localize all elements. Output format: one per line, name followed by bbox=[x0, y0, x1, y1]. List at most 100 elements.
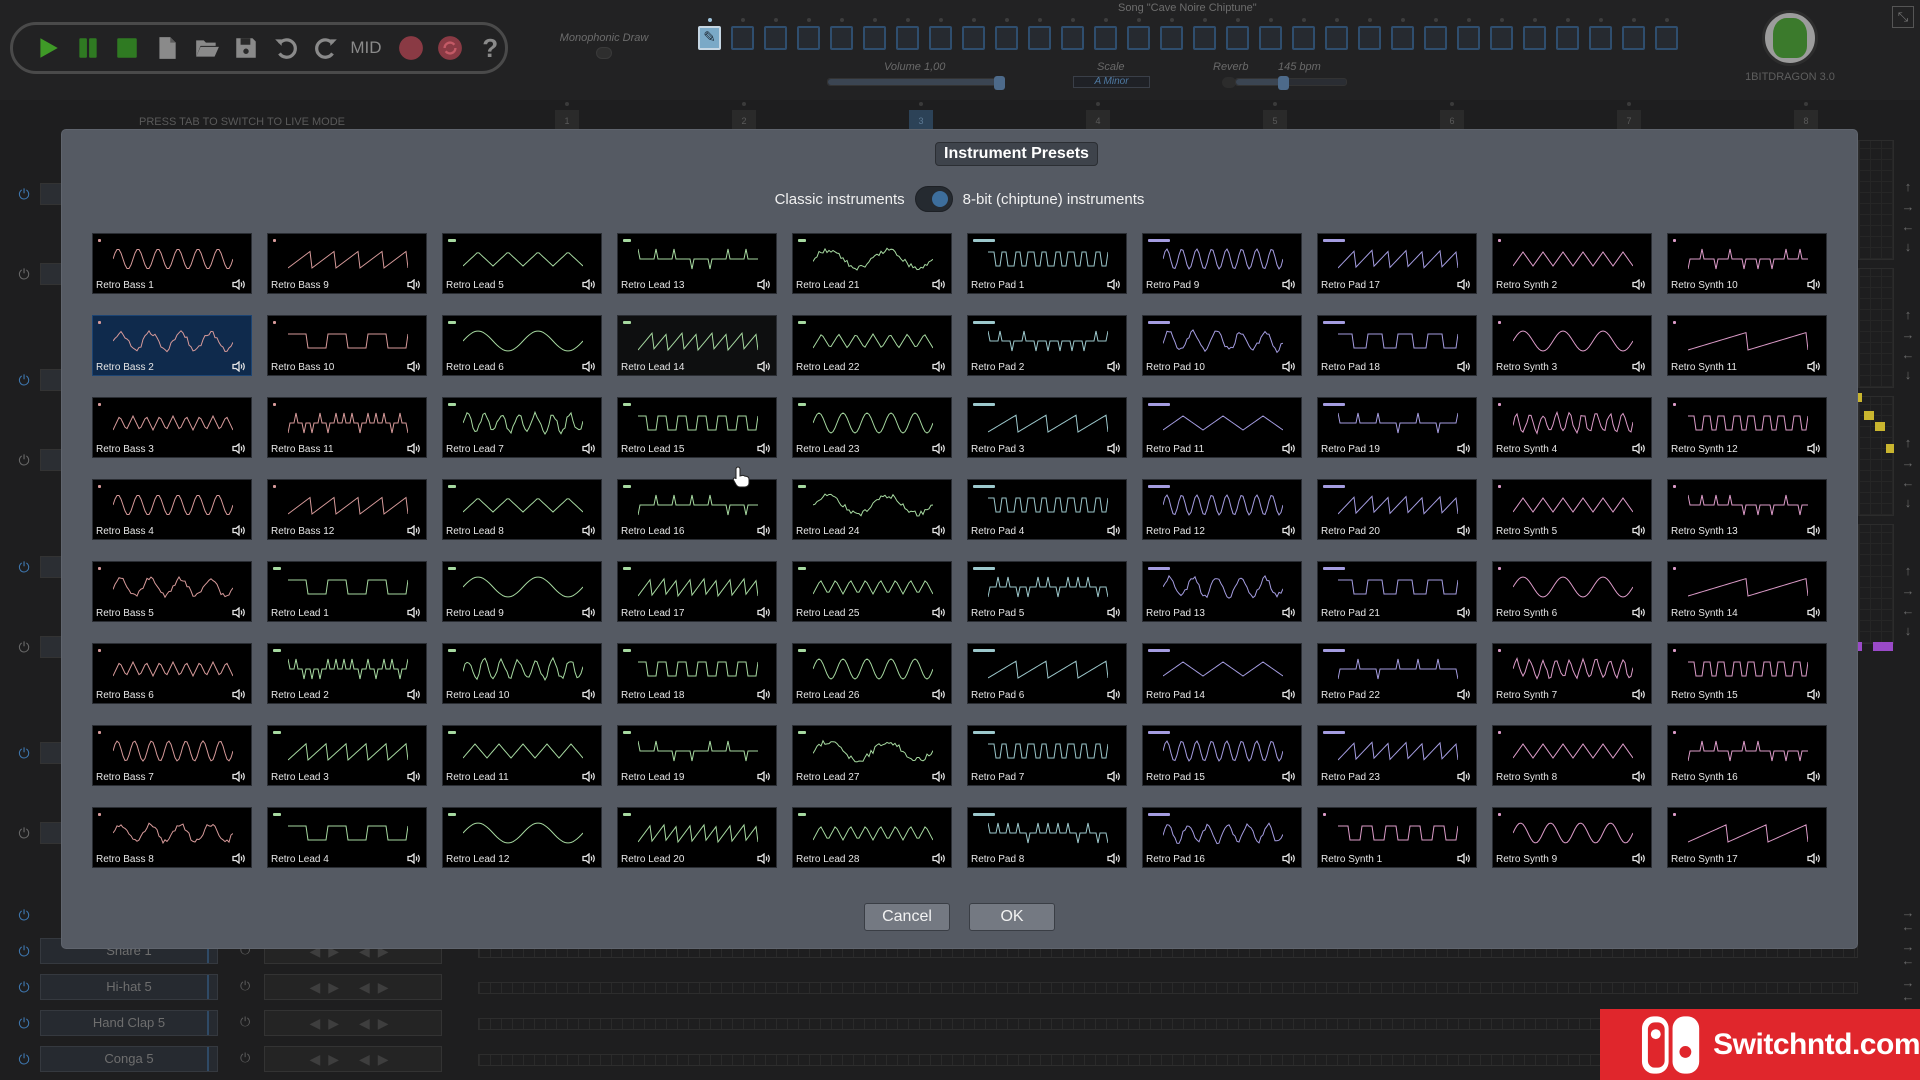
mini-pattern-grid[interactable] bbox=[1858, 140, 1894, 260]
speaker-preview-icon[interactable] bbox=[757, 279, 771, 290]
open-folder-button[interactable] bbox=[192, 33, 222, 63]
speaker-preview-icon[interactable] bbox=[232, 279, 246, 290]
preset-tile[interactable]: Retro Lead 19 bbox=[617, 725, 777, 786]
speaker-preview-icon[interactable] bbox=[1107, 443, 1121, 454]
track-mute-icon[interactable]: ⏻ bbox=[240, 978, 250, 994]
left-arrow-icon[interactable]: ← bbox=[1900, 920, 1916, 934]
preset-tile[interactable]: Retro Lead 24 bbox=[792, 479, 952, 540]
speaker-preview-icon[interactable] bbox=[232, 771, 246, 782]
bar-marker[interactable]: 2 bbox=[732, 102, 756, 132]
speaker-preview-icon[interactable] bbox=[1282, 607, 1296, 618]
pattern-slot[interactable] bbox=[962, 18, 985, 50]
cancel-button[interactable]: Cancel bbox=[864, 903, 950, 931]
classic-instruments-label[interactable]: Classic instruments bbox=[775, 191, 905, 208]
speaker-preview-icon[interactable] bbox=[757, 443, 771, 454]
preset-tile[interactable]: Retro Bass 10 bbox=[267, 315, 427, 376]
pattern-slot[interactable] bbox=[1457, 18, 1480, 50]
right-arrow-icon[interactable]: → bbox=[1900, 456, 1916, 470]
preset-tile[interactable]: Retro Synth 17 bbox=[1667, 807, 1827, 868]
speaker-preview-icon[interactable] bbox=[1107, 853, 1121, 864]
bar-marker[interactable]: 6 bbox=[1440, 102, 1464, 132]
speaker-preview-icon[interactable] bbox=[407, 525, 421, 536]
speaker-preview-icon[interactable] bbox=[1632, 607, 1646, 618]
speaker-preview-icon[interactable] bbox=[1457, 689, 1471, 700]
speaker-preview-icon[interactable] bbox=[1632, 525, 1646, 536]
pattern-slot[interactable] bbox=[995, 18, 1018, 50]
speaker-preview-icon[interactable] bbox=[232, 853, 246, 864]
speaker-preview-icon[interactable] bbox=[1282, 361, 1296, 372]
preset-tile[interactable]: Retro Bass 2 bbox=[92, 315, 252, 376]
preset-tile[interactable]: Retro Bass 12 bbox=[267, 479, 427, 540]
preset-tile[interactable]: Retro Lead 11 bbox=[442, 725, 602, 786]
preset-tile[interactable]: Retro Pad 16 bbox=[1142, 807, 1302, 868]
pattern-slot[interactable] bbox=[731, 18, 754, 50]
bar-marker[interactable]: 3 bbox=[909, 102, 933, 132]
power-icon[interactable]: ⏻ bbox=[16, 639, 32, 655]
preset-tile[interactable]: Retro Pad 21 bbox=[1317, 561, 1477, 622]
speaker-preview-icon[interactable] bbox=[932, 525, 946, 536]
pattern-slot[interactable] bbox=[1424, 18, 1447, 50]
preset-tile[interactable]: Retro Lead 5 bbox=[442, 233, 602, 294]
speaker-preview-icon[interactable] bbox=[1632, 361, 1646, 372]
preset-tile[interactable]: Retro Pad 5 bbox=[967, 561, 1127, 622]
preset-tile[interactable]: Retro Synth 11 bbox=[1667, 315, 1827, 376]
speaker-preview-icon[interactable] bbox=[1457, 361, 1471, 372]
preset-tile[interactable]: Retro Synth 10 bbox=[1667, 233, 1827, 294]
preset-tile[interactable]: Retro Pad 23 bbox=[1317, 725, 1477, 786]
preset-tile[interactable]: Retro Lead 9 bbox=[442, 561, 602, 622]
pattern-slot[interactable] bbox=[1259, 18, 1282, 50]
preset-tile[interactable]: Retro Lead 18 bbox=[617, 643, 777, 704]
preset-tile[interactable]: Retro Lead 15 bbox=[617, 397, 777, 458]
pattern-slot[interactable] bbox=[1028, 18, 1051, 50]
pattern-slot[interactable]: ✎ bbox=[698, 18, 721, 50]
speaker-preview-icon[interactable] bbox=[1457, 607, 1471, 618]
speaker-preview-icon[interactable] bbox=[232, 443, 246, 454]
preset-tile[interactable]: Retro Synth 7 bbox=[1492, 643, 1652, 704]
pattern-slot[interactable] bbox=[1523, 18, 1546, 50]
track-nav-arrows[interactable]: ◀▶ ◀▶ bbox=[264, 1046, 442, 1072]
left-arrow-icon[interactable]: ← bbox=[1900, 476, 1916, 490]
mini-pattern-grid[interactable] bbox=[1858, 268, 1894, 388]
speaker-preview-icon[interactable] bbox=[1107, 525, 1121, 536]
pattern-slot[interactable] bbox=[1160, 18, 1183, 50]
preset-tile[interactable]: Retro Lead 12 bbox=[442, 807, 602, 868]
help-button[interactable]: ? bbox=[475, 33, 505, 63]
speaker-preview-icon[interactable] bbox=[1632, 443, 1646, 454]
speaker-preview-icon[interactable] bbox=[407, 853, 421, 864]
preset-tile[interactable]: Retro Synth 9 bbox=[1492, 807, 1652, 868]
pattern-slot[interactable] bbox=[1556, 18, 1579, 50]
preset-tile[interactable]: Retro Lead 20 bbox=[617, 807, 777, 868]
speaker-preview-icon[interactable] bbox=[1282, 525, 1296, 536]
speaker-preview-icon[interactable] bbox=[1632, 853, 1646, 864]
speaker-preview-icon[interactable] bbox=[232, 689, 246, 700]
loop-sync-button[interactable] bbox=[436, 33, 466, 63]
speaker-preview-icon[interactable] bbox=[1457, 853, 1471, 864]
track-nav-arrows[interactable]: ◀▶ ◀▶ bbox=[264, 1010, 442, 1036]
preset-tile[interactable]: Retro Pad 7 bbox=[967, 725, 1127, 786]
scale-select[interactable]: A Minor bbox=[1073, 76, 1150, 88]
preset-tile[interactable]: Retro Pad 18 bbox=[1317, 315, 1477, 376]
track-stub[interactable] bbox=[40, 183, 62, 205]
speaker-preview-icon[interactable] bbox=[757, 853, 771, 864]
speaker-preview-icon[interactable] bbox=[1807, 279, 1821, 290]
preset-tile[interactable]: Retro Pad 1 bbox=[967, 233, 1127, 294]
speaker-preview-icon[interactable] bbox=[1107, 771, 1121, 782]
pattern-slot[interactable] bbox=[1490, 18, 1513, 50]
speaker-preview-icon[interactable] bbox=[1807, 607, 1821, 618]
left-arrow-icon[interactable]: ← bbox=[1900, 604, 1916, 618]
pattern-slot[interactable] bbox=[1589, 18, 1612, 50]
play-button[interactable] bbox=[33, 33, 63, 63]
mini-pattern-grid[interactable] bbox=[1858, 524, 1894, 644]
preset-tile[interactable]: Retro Synth 16 bbox=[1667, 725, 1827, 786]
pattern-slot[interactable] bbox=[1622, 18, 1645, 50]
preset-tile[interactable]: Retro Pad 13 bbox=[1142, 561, 1302, 622]
speaker-preview-icon[interactable] bbox=[1632, 771, 1646, 782]
preset-tile[interactable]: Retro Lead 2 bbox=[267, 643, 427, 704]
preset-tile[interactable]: Retro Synth 4 bbox=[1492, 397, 1652, 458]
right-arrow-icon[interactable]: → bbox=[1900, 200, 1916, 214]
tempo-slider-knob[interactable] bbox=[1278, 76, 1290, 90]
bar-marker[interactable]: 4 bbox=[1086, 102, 1110, 132]
track-stub[interactable] bbox=[40, 449, 62, 471]
track-stub[interactable] bbox=[40, 822, 62, 844]
pause-button[interactable] bbox=[73, 33, 103, 63]
